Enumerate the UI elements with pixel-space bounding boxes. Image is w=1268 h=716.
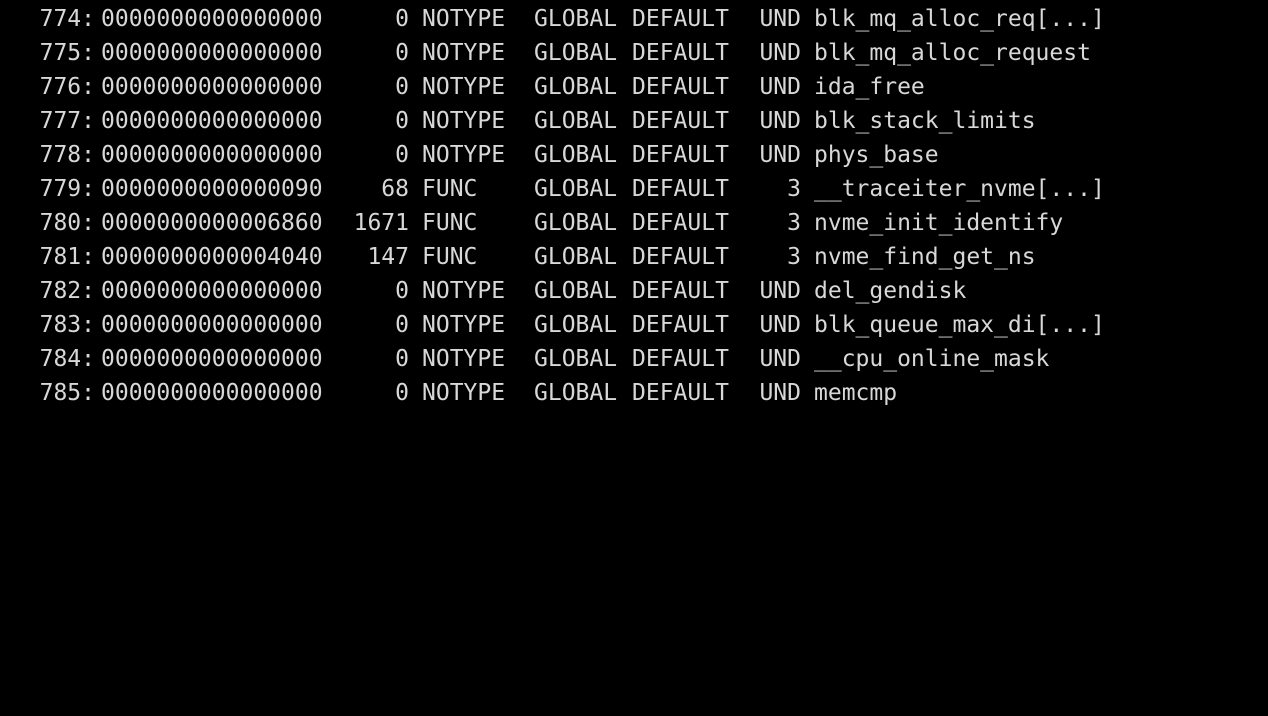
symbol-index: 785: bbox=[39, 380, 95, 406]
symbol-value: 0000000000006860 bbox=[101, 210, 323, 236]
symbol-index: 777: bbox=[39, 108, 95, 134]
symbol-index: 776: bbox=[39, 74, 95, 100]
symbol-size: 0 bbox=[395, 278, 409, 304]
symbol-size: 0 bbox=[395, 108, 409, 134]
symbol-index: 782: bbox=[39, 278, 95, 304]
symbol-row: 780: 0000000000006860 1671 FUNC GLOBAL D… bbox=[29, 206, 1064, 240]
symbol-section-index: 3 bbox=[787, 244, 801, 270]
symbol-value: 0000000000000000 bbox=[101, 40, 323, 66]
symbol-section-index: UND bbox=[759, 312, 801, 338]
symbol-type: NOTYPE bbox=[422, 6, 506, 32]
symbol-name: phys_base bbox=[814, 142, 939, 168]
symbol-size: 147 bbox=[367, 244, 409, 270]
symbol-type: FUNC bbox=[422, 176, 478, 202]
symbol-bind: GLOBAL bbox=[534, 142, 618, 168]
symbol-bind: GLOBAL bbox=[534, 210, 618, 236]
symbol-value: 0000000000000000 bbox=[101, 108, 323, 134]
symbol-bind: GLOBAL bbox=[534, 244, 618, 270]
symbol-size: 0 bbox=[395, 40, 409, 66]
symbol-value: 0000000000000000 bbox=[101, 312, 323, 338]
symbol-value: 0000000000000000 bbox=[101, 6, 323, 32]
symbol-index: 775: bbox=[39, 40, 95, 66]
symbol-type: NOTYPE bbox=[422, 278, 506, 304]
symbol-name: del_gendisk bbox=[814, 278, 967, 304]
symbol-index: 781: bbox=[39, 244, 95, 270]
symbol-row: 778: 0000000000000000 0 NOTYPE GLOBAL DE… bbox=[29, 138, 939, 172]
symbol-row: 777: 0000000000000000 0 NOTYPE GLOBAL DE… bbox=[29, 104, 1036, 138]
symbol-name: __traceiter_nvme[...] bbox=[814, 176, 1105, 202]
symbol-row: 776: 0000000000000000 0 NOTYPE GLOBAL DE… bbox=[29, 70, 925, 104]
symbol-section-index: 3 bbox=[787, 210, 801, 236]
symbol-bind: GLOBAL bbox=[534, 40, 618, 66]
symbol-type: FUNC bbox=[422, 210, 478, 236]
symbol-index: 784: bbox=[39, 346, 95, 372]
symbol-name: blk_mq_alloc_request bbox=[814, 40, 1091, 66]
symbol-bind: GLOBAL bbox=[534, 346, 618, 372]
symbol-row: 774: 0000000000000000 0 NOTYPE GLOBAL DE… bbox=[29, 2, 1105, 36]
symbol-size: 0 bbox=[395, 312, 409, 338]
symbol-bind: GLOBAL bbox=[534, 108, 618, 134]
symbol-name: ida_free bbox=[814, 74, 925, 100]
symbol-row: 779: 0000000000000090 68 FUNC GLOBAL DEF… bbox=[29, 172, 1105, 206]
symbol-row: 775: 0000000000000000 0 NOTYPE GLOBAL DE… bbox=[29, 36, 1091, 70]
symbol-bind: GLOBAL bbox=[534, 74, 618, 100]
symbol-type: NOTYPE bbox=[422, 346, 506, 372]
symbol-index: 778: bbox=[39, 142, 95, 168]
symbol-row: 784: 0000000000000000 0 NOTYPE GLOBAL DE… bbox=[29, 342, 1050, 376]
symbol-name: blk_queue_max_di[...] bbox=[814, 312, 1105, 338]
symbol-section-index: 3 bbox=[787, 176, 801, 202]
symbol-section-index: UND bbox=[759, 6, 801, 32]
symbol-section-index: UND bbox=[759, 40, 801, 66]
symbol-size: 0 bbox=[395, 74, 409, 100]
symbol-index: 774: bbox=[39, 6, 95, 32]
symbol-name: blk_mq_alloc_req[...] bbox=[814, 6, 1105, 32]
symbol-section-index: UND bbox=[759, 278, 801, 304]
symbol-name: memcmp bbox=[814, 380, 898, 406]
symbol-row: 785: 0000000000000000 0 NOTYPE GLOBAL DE… bbox=[29, 376, 897, 410]
symbol-name: __cpu_online_mask bbox=[814, 346, 1050, 372]
symbol-value: 0000000000000000 bbox=[101, 74, 323, 100]
symbol-value: 0000000000000000 bbox=[101, 346, 323, 372]
symbol-size: 0 bbox=[395, 346, 409, 372]
symbol-type: NOTYPE bbox=[422, 40, 506, 66]
symbol-value: 0000000000000000 bbox=[101, 380, 323, 406]
symbol-index: 780: bbox=[39, 210, 95, 236]
symbol-table-output: 774: 0000000000000000 0 NOTYPE GLOBAL DE… bbox=[29, 2, 1105, 410]
symbol-bind: GLOBAL bbox=[534, 380, 618, 406]
symbol-size: 0 bbox=[395, 142, 409, 168]
symbol-bind: GLOBAL bbox=[534, 176, 618, 202]
symbol-type: NOTYPE bbox=[422, 312, 506, 338]
symbol-type: NOTYPE bbox=[422, 74, 506, 100]
symbol-section-index: UND bbox=[759, 74, 801, 100]
symbol-name: nvme_find_get_ns bbox=[814, 244, 1036, 270]
symbol-type: NOTYPE bbox=[422, 108, 506, 134]
symbol-index: 783: bbox=[39, 312, 95, 338]
symbol-type: FUNC bbox=[422, 244, 478, 270]
symbol-row: 782: 0000000000000000 0 NOTYPE GLOBAL DE… bbox=[29, 274, 967, 308]
symbol-size: 1671 bbox=[353, 210, 409, 236]
symbol-size: 68 bbox=[381, 176, 409, 202]
symbol-section-index: UND bbox=[759, 380, 801, 406]
symbol-bind: GLOBAL bbox=[534, 312, 618, 338]
symbol-row: 781: 0000000000004040 147 FUNC GLOBAL DE… bbox=[29, 240, 1036, 274]
symbol-size: 0 bbox=[395, 380, 409, 406]
symbol-value: 0000000000000090 bbox=[101, 176, 323, 202]
symbol-value: 0000000000004040 bbox=[101, 244, 323, 270]
symbol-index: 779: bbox=[39, 176, 95, 202]
symbol-type: NOTYPE bbox=[422, 142, 506, 168]
symbol-size: 0 bbox=[395, 6, 409, 32]
symbol-row: 783: 0000000000000000 0 NOTYPE GLOBAL DE… bbox=[29, 308, 1105, 342]
symbol-name: blk_stack_limits bbox=[814, 108, 1036, 134]
symbol-value: 0000000000000000 bbox=[101, 278, 323, 304]
symbol-type: NOTYPE bbox=[422, 380, 506, 406]
symbol-section-index: UND bbox=[759, 108, 801, 134]
symbol-bind: GLOBAL bbox=[534, 278, 618, 304]
symbol-section-index: UND bbox=[759, 142, 801, 168]
symbol-bind: GLOBAL bbox=[534, 6, 618, 32]
symbol-section-index: UND bbox=[759, 346, 801, 372]
terminal-window[interactable]: 774: 0000000000000000 0 NOTYPE GLOBAL DE… bbox=[0, 0, 1268, 416]
symbol-value: 0000000000000000 bbox=[101, 142, 323, 168]
symbol-name: nvme_init_identify bbox=[814, 210, 1064, 236]
